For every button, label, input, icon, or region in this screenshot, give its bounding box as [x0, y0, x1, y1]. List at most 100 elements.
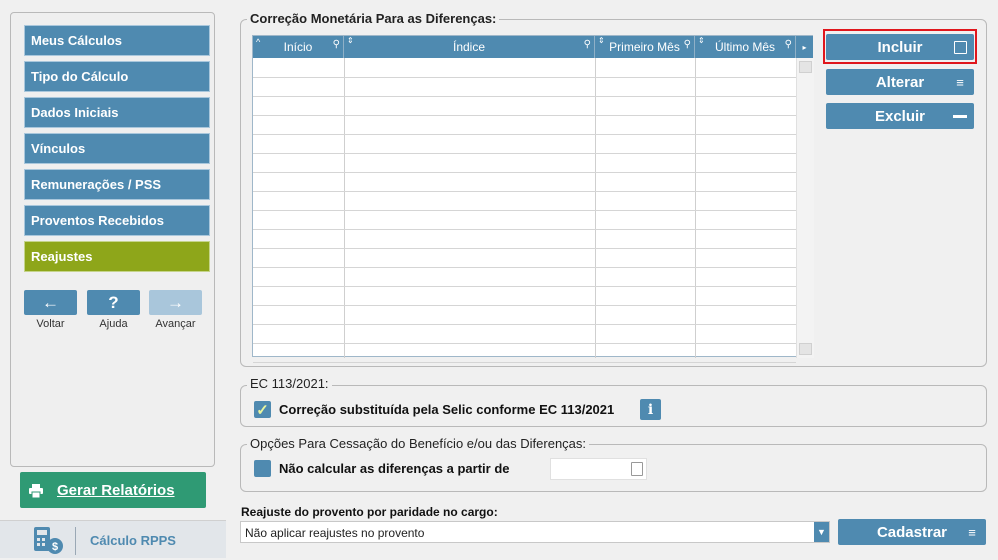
- arrow-left-icon: ←: [42, 292, 59, 312]
- column-chooser[interactable]: ▸: [796, 36, 813, 58]
- parity-selected-value: Não aplicar reajustes no provento: [245, 526, 425, 540]
- minus-icon: [952, 108, 968, 124]
- sidebar-item-label: Dados Iniciais: [31, 105, 119, 120]
- column-header-inicio[interactable]: ^ Início ⚲: [253, 36, 344, 58]
- parity-label: Reajuste do provento por paridade no car…: [241, 505, 498, 519]
- column-label: Índice: [452, 40, 486, 54]
- delete-label: Excluir: [874, 107, 926, 125]
- table-row-divider: [253, 210, 796, 211]
- table-row-divider: [253, 172, 796, 173]
- back-button[interactable]: ←: [24, 290, 77, 315]
- table-row-divider: [253, 96, 796, 97]
- next-label: Avançar: [155, 318, 196, 330]
- table-row-divider: [253, 286, 796, 287]
- correction-table[interactable]: ^ Início ⚲ ⇕ Índice ⚲ ⇕ Primeiro Mês ⚲ ⇕…: [252, 35, 814, 363]
- generate-reports-button[interactable]: Gerar Relatórios: [20, 472, 206, 508]
- help-button[interactable]: ?: [87, 290, 140, 315]
- search-icon[interactable]: ⚲: [584, 39, 591, 50]
- cessation-date-field[interactable]: [550, 458, 647, 480]
- table-row-divider: [253, 305, 796, 306]
- check-icon: ✓: [256, 401, 269, 419]
- table-row-divider: [253, 134, 796, 135]
- sidebar-item-reajustes[interactable]: Reajustes: [24, 241, 210, 272]
- table-scrollbar[interactable]: [796, 58, 814, 358]
- sidebar-item-tipo-calculo[interactable]: Tipo do Cálculo: [24, 61, 210, 92]
- sidebar-item-proventos[interactable]: Proventos Recebidos: [24, 205, 210, 236]
- arrow-right-icon: →: [167, 292, 184, 312]
- sort-asc-icon: ^: [256, 37, 261, 47]
- register-label: Cadastrar: [876, 523, 948, 541]
- sidebar-item-vinculos[interactable]: Vínculos: [24, 133, 210, 164]
- column-label: Início: [283, 40, 313, 54]
- sort-icon: ⇕: [598, 36, 605, 45]
- table-row-divider: [253, 191, 796, 192]
- table-row-divider: [253, 77, 796, 78]
- printer-icon: [29, 483, 43, 498]
- column-header-ultimo-mes[interactable]: ⇕ Último Mês ⚲: [695, 36, 796, 58]
- question-icon: ?: [108, 292, 119, 312]
- table-row-divider: [253, 267, 796, 268]
- chevron-down-icon[interactable]: ▼: [814, 522, 829, 542]
- footer-divider: [75, 527, 76, 555]
- search-icon[interactable]: ⚲: [684, 39, 691, 50]
- column-label: Primeiro Mês: [609, 40, 680, 54]
- sort-icon: ⇕: [347, 36, 354, 45]
- search-icon[interactable]: ⚲: [333, 39, 340, 50]
- sidebar-item-label: Proventos Recebidos: [31, 213, 164, 228]
- back-label: Voltar: [36, 318, 65, 330]
- column-divider: [695, 58, 696, 358]
- square-icon: [952, 39, 968, 55]
- table-row-divider: [253, 362, 796, 363]
- chevron-right-icon: ▸: [802, 42, 807, 52]
- register-button[interactable]: Cadastrar ≡: [838, 519, 986, 545]
- table-row-divider: [253, 229, 796, 230]
- include-button[interactable]: Incluir: [826, 34, 974, 60]
- sidebar-item-label: Remunerações / PSS: [31, 177, 162, 192]
- selic-checkbox-label: Correção substituída pela Selic conforme…: [279, 402, 615, 417]
- cessation-legend: Opções Para Cessação do Benefício e/ou d…: [247, 436, 590, 451]
- include-label: Incluir: [877, 38, 923, 56]
- edit-button[interactable]: Alterar ≡: [826, 69, 974, 95]
- svg-text:$: $: [52, 541, 58, 553]
- no-calc-checkbox[interactable]: [254, 460, 271, 477]
- table-row-divider: [253, 153, 796, 154]
- sidebar-item-remuneracoes[interactable]: Remunerações / PSS: [24, 169, 210, 200]
- parity-select[interactable]: Não aplicar reajustes no provento ▼: [240, 521, 830, 543]
- table-row-divider: [253, 343, 796, 344]
- delete-button[interactable]: Excluir: [826, 103, 974, 129]
- table-row-divider: [253, 115, 796, 116]
- column-header-indice[interactable]: ⇕ Índice ⚲: [344, 36, 595, 58]
- selic-checkbox[interactable]: ✓: [254, 401, 271, 419]
- scroll-up-button[interactable]: [799, 61, 812, 73]
- table-row-divider: [253, 324, 796, 325]
- list-icon: ≡: [956, 74, 964, 90]
- column-label: Último Mês: [714, 40, 775, 54]
- sidebar-item-meus-calculos[interactable]: Meus Cálculos: [24, 25, 210, 56]
- table-row-divider: [253, 248, 796, 249]
- correction-legend: Correção Monetária Para as Diferenças:: [247, 11, 500, 26]
- sidebar-item-label: Reajustes: [31, 249, 93, 264]
- sidebar-item-label: Tipo do Cálculo: [31, 69, 129, 84]
- calculator-money-icon: $: [34, 527, 64, 555]
- next-button[interactable]: →: [149, 290, 202, 315]
- sidebar-item-dados-iniciais[interactable]: Dados Iniciais: [24, 97, 210, 128]
- ec-legend: EC 113/2021:: [247, 376, 332, 391]
- column-divider: [595, 58, 596, 358]
- calendar-icon[interactable]: [631, 462, 643, 476]
- column-divider: [344, 58, 345, 358]
- no-calc-checkbox-label: Não calcular as diferenças a partir de: [279, 461, 510, 476]
- edit-label: Alterar: [875, 73, 925, 91]
- generate-reports-label: Gerar Relatórios: [57, 481, 175, 499]
- info-icon: i: [647, 401, 654, 418]
- scroll-down-button[interactable]: [799, 343, 812, 355]
- sidebar-item-label: Meus Cálculos: [31, 33, 123, 48]
- sort-icon: ⇕: [698, 36, 705, 45]
- column-header-primeiro-mes[interactable]: ⇕ Primeiro Mês ⚲: [595, 36, 695, 58]
- search-icon[interactable]: ⚲: [785, 39, 792, 50]
- help-label: Ajuda: [99, 318, 128, 330]
- list-icon: ≡: [968, 524, 976, 540]
- sidebar-item-label: Vínculos: [31, 141, 86, 156]
- info-button[interactable]: i: [640, 399, 661, 420]
- footer-logo: $ Cálculo RPPS: [0, 520, 226, 558]
- footer-label: Cálculo RPPS: [90, 533, 176, 548]
